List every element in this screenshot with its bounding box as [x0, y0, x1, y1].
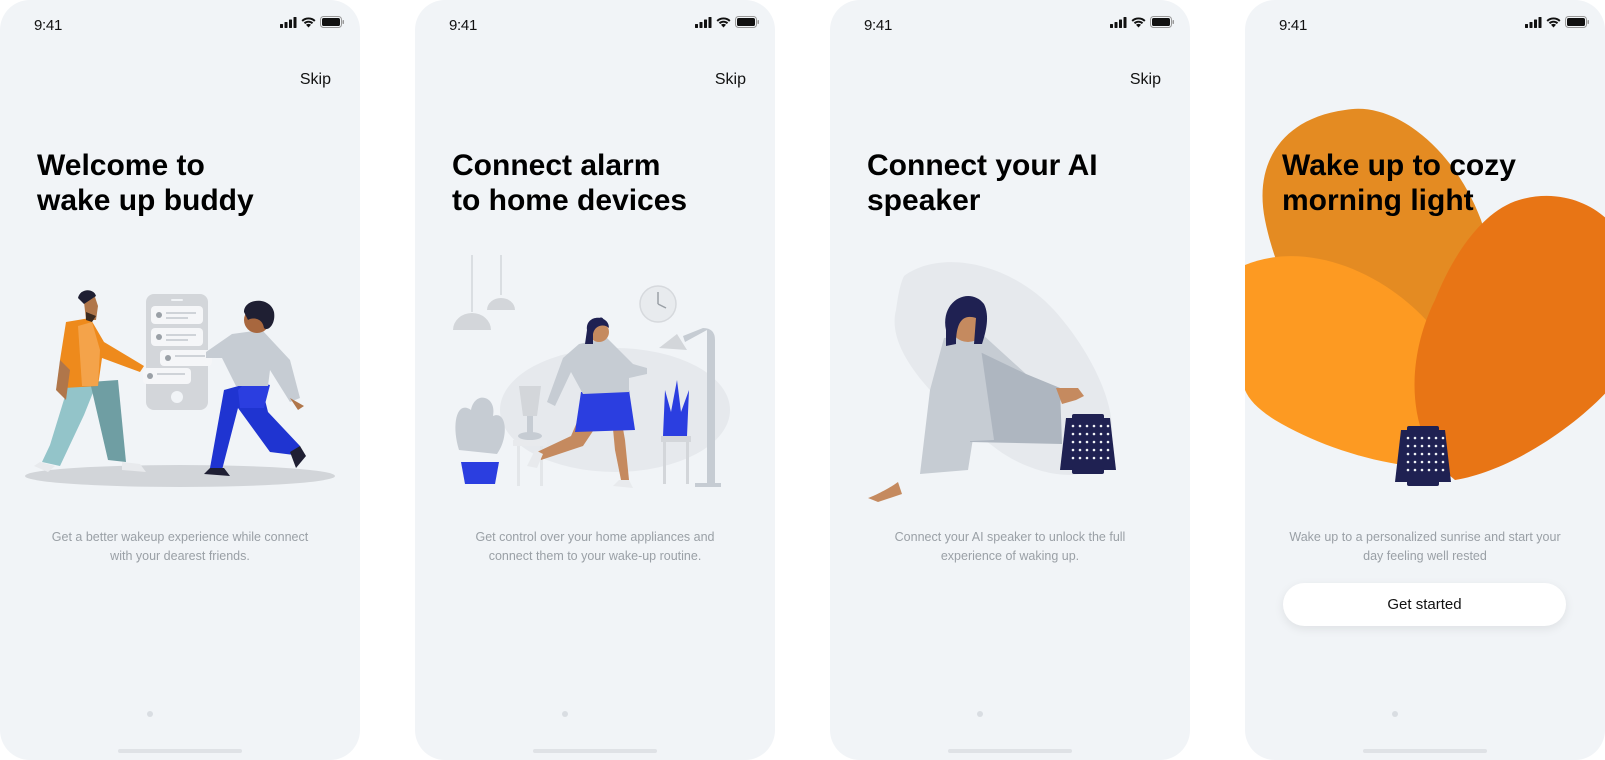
skip-button[interactable]: Skip [300, 71, 331, 89]
status-bar: 9:41 [0, 0, 360, 50]
status-time: 9:41 [34, 17, 62, 34]
page-title: Wake up to cozy morning light [1282, 148, 1582, 218]
status-bar: 9:41 [1245, 0, 1605, 50]
status-icons [695, 15, 760, 34]
status-bar: 9:41 [415, 0, 775, 50]
woman-reaching-speaker-illustration [868, 262, 1116, 502]
onboarding-screen-4: 9:41 Wake up to cozy morning light Wake … [1245, 0, 1605, 760]
title-line-2: wake up buddy [37, 184, 254, 217]
title-line-1: Connect your AI [867, 149, 1098, 182]
signal-icon [695, 17, 712, 28]
page-indicator-dot [562, 711, 568, 717]
wifi-icon [1131, 17, 1146, 28]
home-indicator [118, 749, 242, 753]
battery-icon [735, 16, 760, 28]
home-indicator [533, 749, 657, 753]
status-bar: 9:41 [830, 0, 1190, 50]
title-line-2: speaker [867, 184, 981, 217]
title-line-2: morning light [1282, 184, 1474, 217]
page-title: Welcome to wake up buddy [37, 148, 337, 218]
signal-icon [280, 17, 297, 28]
wifi-icon [1546, 17, 1561, 28]
status-icons [280, 15, 345, 34]
description: Wake up to a personalized sunrise and st… [1289, 530, 1561, 563]
title-line-1: Connect alarm [452, 149, 661, 182]
battery-icon [320, 16, 345, 28]
description: Get a better wakeup experience while con… [51, 530, 309, 563]
description: Get control over your home appliances an… [475, 530, 715, 563]
status-time: 9:41 [864, 17, 892, 34]
onboarding-screen-1: 9:41 Skip Welcome to wake up buddy Get a… [0, 0, 360, 760]
status-time: 9:41 [449, 17, 477, 34]
title-line-1: Wake up to cozy [1282, 149, 1516, 182]
title-line-1: Welcome to [37, 149, 205, 182]
wifi-icon [716, 17, 731, 28]
description: Connect your AI speaker to unlock the fu… [894, 530, 1126, 563]
onboarding-screen-2: 9:41 Skip Connect alarm to home devices [415, 0, 775, 760]
status-icons [1110, 15, 1175, 34]
page-title: Connect alarm to home devices [452, 148, 752, 218]
status-time: 9:41 [1279, 17, 1307, 34]
get-started-button[interactable]: Get started [1283, 583, 1566, 626]
sunrise-petals-illustration [1245, 108, 1605, 486]
skip-button[interactable]: Skip [1130, 71, 1161, 89]
signal-icon [1110, 17, 1127, 28]
title-line-2: to home devices [452, 184, 688, 217]
page-indicator-dot [147, 711, 153, 717]
page-indicator-dot [977, 711, 983, 717]
status-icons [1525, 15, 1590, 34]
battery-icon [1565, 16, 1590, 28]
people-exchanging-messages-illustration [25, 290, 335, 487]
woman-in-smart-home-illustration [453, 255, 730, 488]
signal-icon [1525, 17, 1542, 28]
home-indicator [948, 749, 1072, 753]
page-title: Connect your AI speaker [867, 148, 1167, 218]
onboarding-screen-3: 9:41 Skip Connect your AI speaker Connec… [830, 0, 1190, 760]
skip-button[interactable]: Skip [715, 71, 746, 89]
battery-icon [1150, 16, 1175, 28]
wifi-icon [301, 17, 316, 28]
